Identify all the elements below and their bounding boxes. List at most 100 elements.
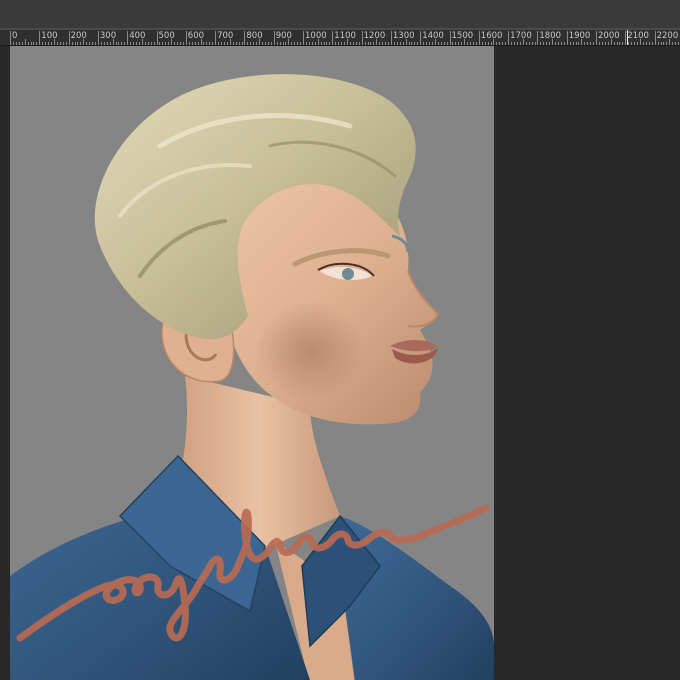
- ruler-minor-tick: [557, 42, 559, 45]
- ruler-minor-tick: [270, 42, 272, 45]
- ruler-minor-tick: [200, 39, 202, 45]
- ruler-minor-tick: [598, 42, 600, 45]
- ruler-minor-tick: [317, 39, 319, 45]
- ruler-label: 700: [217, 31, 234, 41]
- horizontal-ruler[interactable]: 0 100 200 300 400 500 600 700 800 900 1000 1100 1200…: [0, 30, 680, 46]
- ruler-minor-tick: [411, 42, 413, 45]
- ruler-minor-tick: [276, 42, 278, 45]
- portrait-artwork: [10, 46, 494, 680]
- ruler-minor-tick: [89, 42, 91, 45]
- ruler-minor-tick: [593, 42, 595, 45]
- ruler-minor-tick: [130, 42, 132, 45]
- ruler-minor-tick: [141, 39, 143, 45]
- ruler-minor-tick: [308, 42, 310, 45]
- ruler-label: 400: [129, 31, 146, 41]
- ruler-minor-tick: [367, 42, 369, 45]
- ruler-minor-tick: [103, 42, 105, 45]
- ruler-minor-tick: [531, 42, 533, 45]
- ruler-label: 2100: [627, 31, 649, 41]
- ruler-minor-tick: [379, 42, 381, 45]
- ruler-minor-tick: [382, 42, 384, 45]
- ruler-minor-tick: [247, 42, 249, 45]
- ruler-minor-tick: [675, 42, 677, 45]
- ruler-minor-tick: [177, 42, 178, 45]
- ruler-minor-tick: [112, 39, 114, 45]
- ruler-minor-tick: [250, 42, 252, 45]
- ruler-minor-tick: [212, 42, 214, 45]
- ruler-minor-tick: [648, 42, 650, 45]
- ruler-label: 2000: [598, 31, 620, 41]
- ruler-minor-tick: [502, 42, 504, 45]
- ruler-minor-tick: [484, 42, 486, 45]
- ruler-minor-tick: [414, 42, 416, 45]
- ruler-minor-tick: [431, 42, 433, 45]
- ruler-minor-tick: [496, 42, 498, 45]
- ruler-label: 800: [246, 31, 263, 41]
- ruler-minor-tick: [373, 42, 375, 45]
- ruler-minor-tick: [569, 42, 571, 45]
- ruler-minor-tick: [100, 42, 102, 45]
- ruler-major-tick: [654, 31, 656, 45]
- ruler-minor-tick: [65, 42, 67, 45]
- ruler-minor-tick: [209, 42, 211, 45]
- ruler-label: 1600: [480, 31, 503, 41]
- ruler-major-tick: [566, 31, 568, 45]
- ruler-minor-tick: [405, 39, 407, 45]
- ruler-minor-tick: [408, 42, 410, 45]
- ruler-minor-tick: [33, 42, 35, 45]
- ruler-minor-tick: [423, 42, 425, 45]
- ruler-minor-tick: [24, 39, 26, 45]
- ruler-minor-tick: [51, 42, 52, 45]
- ruler-minor-tick: [124, 42, 126, 45]
- ruler-minor-tick: [613, 42, 615, 45]
- ruler-label: 600: [187, 31, 205, 41]
- ruler-minor-tick: [264, 42, 266, 45]
- ruler-minor-tick: [555, 42, 556, 45]
- ruler-minor-tick: [238, 42, 240, 45]
- ruler-minor-tick: [329, 42, 331, 45]
- ruler-minor-tick: [511, 42, 512, 45]
- ruler-minor-tick: [326, 42, 328, 45]
- ruler-minor-tick: [259, 39, 261, 45]
- ruler-minor-tick: [437, 42, 439, 45]
- ruler-minor-tick: [399, 42, 401, 45]
- ruler-minor-tick: [584, 42, 586, 45]
- ruler-minor-tick: [138, 42, 140, 45]
- ruler-minor-tick: [393, 42, 395, 45]
- ruler-minor-tick: [660, 42, 662, 45]
- ruler-minor-tick: [346, 39, 348, 45]
- ruler-minor-tick: [475, 42, 477, 45]
- ruler-minor-tick: [619, 42, 621, 45]
- ruler-minor-tick: [519, 42, 521, 45]
- ruler-major-tick: [156, 31, 158, 45]
- ruler-minor-tick: [499, 42, 501, 45]
- ruler-minor-tick: [206, 42, 208, 45]
- ruler-minor-tick: [376, 39, 378, 45]
- ruler-major-tick: [508, 31, 510, 45]
- document-canvas[interactable]: [10, 46, 494, 680]
- ruler-minor-tick: [464, 39, 466, 45]
- ruler-minor-tick: [153, 42, 155, 45]
- ruler-minor-tick: [95, 42, 96, 45]
- ruler-minor-tick: [458, 42, 460, 45]
- ruler-minor-tick: [549, 42, 551, 45]
- ruler-major-tick: [449, 31, 451, 45]
- ruler-major-tick: [10, 31, 11, 45]
- ruler-minor-tick: [385, 42, 386, 45]
- ruler-minor-tick: [455, 42, 457, 45]
- ruler-minor-tick: [15, 42, 17, 45]
- ruler-minor-tick: [522, 39, 524, 45]
- ruler-minor-tick: [62, 42, 64, 45]
- ruler-minor-tick: [505, 42, 507, 45]
- ruler-minor-tick: [402, 42, 404, 45]
- ruler-minor-tick: [223, 42, 225, 45]
- ruler-label: 1900: [568, 31, 591, 41]
- ruler-minor-tick: [543, 42, 545, 45]
- ruler-minor-tick: [74, 42, 76, 45]
- ruler-label: 1800: [539, 31, 562, 41]
- ruler-minor-tick: [446, 42, 448, 45]
- ruler-minor-tick: [147, 42, 149, 45]
- ruler-minor-tick: [297, 42, 299, 45]
- ruler-minor-tick: [311, 42, 313, 45]
- ruler-minor-tick: [516, 42, 518, 45]
